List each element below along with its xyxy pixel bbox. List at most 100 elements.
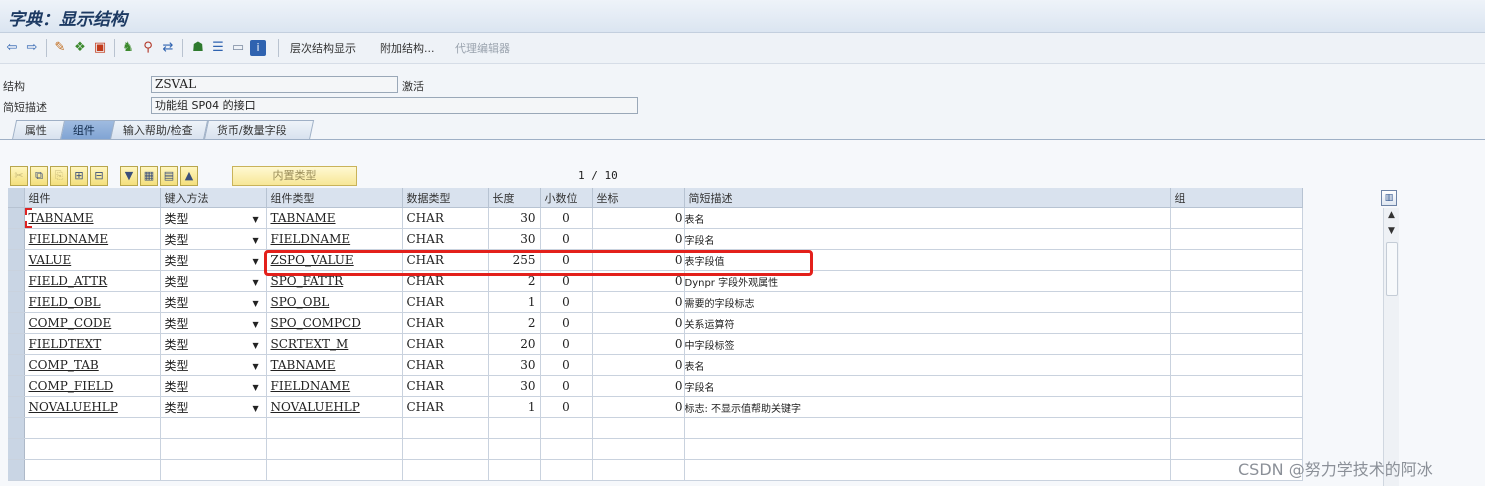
data-type-cell[interactable]: CHAR	[402, 333, 489, 355]
component-type-cell[interactable]: SPO_FATTR	[266, 270, 403, 292]
data-type-cell[interactable]: CHAR	[402, 396, 489, 418]
where-used-icon[interactable]: ⚲	[140, 40, 156, 56]
short-description-cell[interactable]: 关系运算符	[684, 312, 1171, 334]
component-type-cell[interactable]: SPO_COMPCD	[266, 312, 403, 334]
empty-cell[interactable]	[540, 459, 593, 481]
empty-cell[interactable]	[402, 438, 489, 460]
empty-cell[interactable]	[592, 417, 685, 439]
back-arrow-icon[interactable]: ⇦	[4, 40, 20, 56]
decimals-cell[interactable]: 0	[540, 228, 593, 250]
component-cell[interactable]: FIELD_OBL	[24, 291, 161, 313]
paste-icon[interactable]: ⎘	[50, 166, 68, 186]
empty-cell[interactable]	[684, 459, 1171, 481]
empty-cell[interactable]	[488, 438, 541, 460]
delete-row-icon[interactable]: ⊟	[90, 166, 108, 186]
length-cell[interactable]: 30	[488, 375, 541, 397]
column-config-icon[interactable]: ▥	[1381, 190, 1397, 206]
decimals-cell[interactable]: 0	[540, 291, 593, 313]
scroll-thumb[interactable]	[1386, 242, 1398, 296]
typing-method-cell[interactable]: 类型 ▼	[160, 375, 267, 397]
short-description-cell[interactable]: 表名	[684, 354, 1171, 376]
builtin-type-button[interactable]: 内置类型	[232, 166, 357, 186]
decimals-cell[interactable]: 0	[540, 396, 593, 418]
insert-row-icon[interactable]: ⊞	[70, 166, 88, 186]
tab-currency-quantity-fields[interactable]: 货币/数量字段	[203, 120, 315, 140]
data-type-cell[interactable]: CHAR	[402, 228, 489, 250]
column-header[interactable]: 简短描述	[684, 188, 1171, 208]
short-description-cell[interactable]: 字段名	[684, 228, 1171, 250]
component-type-cell[interactable]: FIELDNAME	[266, 228, 403, 250]
data-type-cell[interactable]: CHAR	[402, 249, 489, 271]
short-description-cell[interactable]: Dynpr 字段外观属性	[684, 270, 1171, 292]
empty-cell[interactable]	[1170, 417, 1303, 439]
component-type-cell[interactable]: TABNAME	[266, 354, 403, 376]
component-cell[interactable]: FIELDNAME	[24, 228, 161, 250]
empty-cell[interactable]	[24, 459, 161, 481]
empty-cell[interactable]	[24, 438, 161, 460]
component-type-cell[interactable]: SCRTEXT_M	[266, 333, 403, 355]
coordinate-cell[interactable]: 0	[592, 354, 685, 376]
length-cell[interactable]: 1	[488, 291, 541, 313]
empty-cell[interactable]	[592, 459, 685, 481]
component-cell[interactable]: FIELD_ATTR	[24, 270, 161, 292]
dropdown-arrow-icon[interactable]: ▼	[253, 278, 263, 287]
column-header[interactable]: 坐标	[592, 188, 685, 208]
row-selector[interactable]	[8, 417, 25, 439]
row-selector[interactable]	[8, 312, 25, 334]
empty-cell[interactable]	[488, 459, 541, 481]
vertical-scrollbar[interactable]: ▲ ▼	[1383, 208, 1399, 486]
group-cell[interactable]	[1170, 228, 1303, 250]
dropdown-arrow-icon[interactable]: ▼	[253, 404, 263, 413]
short-description-field[interactable]: 功能组 SP04 的接口	[151, 97, 638, 114]
empty-cell[interactable]	[160, 459, 267, 481]
row-selector[interactable]	[8, 375, 25, 397]
empty-cell[interactable]	[266, 417, 403, 439]
cut-icon[interactable]: ✂	[10, 166, 28, 186]
decimals-cell[interactable]: 0	[540, 249, 593, 271]
short-description-cell[interactable]: 表字段值	[684, 249, 1171, 271]
copy-icon[interactable]: ⧉	[30, 166, 48, 186]
component-type-cell[interactable]: SPO_OBL	[266, 291, 403, 313]
short-description-cell[interactable]: 字段名	[684, 375, 1171, 397]
group-cell[interactable]	[1170, 333, 1303, 355]
empty-cell[interactable]	[160, 417, 267, 439]
component-cell[interactable]: COMP_CODE	[24, 312, 161, 334]
group-cell[interactable]	[1170, 312, 1303, 334]
coordinate-cell[interactable]: 0	[592, 228, 685, 250]
dropdown-arrow-icon[interactable]: ▼	[253, 299, 263, 308]
typing-method-cell[interactable]: 类型 ▼	[160, 354, 267, 376]
empty-cell[interactable]	[684, 438, 1171, 460]
empty-cell[interactable]	[402, 459, 489, 481]
coordinate-cell[interactable]: 0	[592, 270, 685, 292]
typing-method-cell[interactable]: 类型 ▼	[160, 207, 267, 229]
scroll-down-icon[interactable]: ▼	[1384, 226, 1399, 236]
empty-cell[interactable]	[24, 417, 161, 439]
column-header[interactable]: 小数位	[540, 188, 593, 208]
column-header[interactable]: 长度	[488, 188, 541, 208]
column-header[interactable]: 组件类型	[266, 188, 403, 208]
dropdown-arrow-icon[interactable]: ▼	[253, 383, 263, 392]
length-cell[interactable]: 2	[488, 312, 541, 334]
coordinate-cell[interactable]: 0	[592, 291, 685, 313]
short-description-cell[interactable]: 中字段标签	[684, 333, 1171, 355]
short-description-cell[interactable]: 需要的字段标志	[684, 291, 1171, 313]
component-type-cell[interactable]: FIELDNAME	[266, 375, 403, 397]
display-object-icon[interactable]: ▭	[230, 40, 246, 56]
row-selector[interactable]	[8, 228, 25, 250]
data-type-cell[interactable]: CHAR	[402, 375, 489, 397]
details-icon[interactable]: ▤	[160, 166, 178, 186]
dropdown-arrow-icon[interactable]: ▼	[253, 215, 263, 224]
component-type-cell[interactable]: ZSPO_VALUE	[266, 249, 403, 271]
empty-cell[interactable]	[592, 438, 685, 460]
empty-cell[interactable]	[402, 417, 489, 439]
group-cell[interactable]	[1170, 270, 1303, 292]
coordinate-cell[interactable]: 0	[592, 375, 685, 397]
length-cell[interactable]: 20	[488, 333, 541, 355]
short-description-cell[interactable]: 标志: 不显示值帮助关键字	[684, 396, 1171, 418]
forward-arrow-icon[interactable]: ⇨	[24, 40, 40, 56]
column-header[interactable]: 组件	[24, 188, 161, 208]
empty-cell[interactable]	[488, 417, 541, 439]
dropdown-arrow-icon[interactable]: ▼	[253, 362, 263, 371]
hierarchy-display-button[interactable]: 层次结构显示	[290, 40, 356, 56]
component-type-cell[interactable]: NOVALUEHLP	[266, 396, 403, 418]
